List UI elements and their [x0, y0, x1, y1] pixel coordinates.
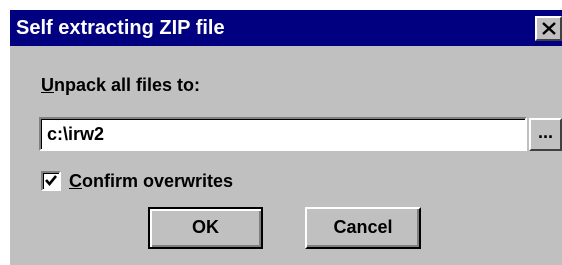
confirm-label-text: onfirm overwrites	[82, 171, 234, 191]
ok-button[interactable]: OK	[148, 207, 263, 249]
unpack-label-mnemonic: U	[41, 75, 54, 95]
checkmark-icon	[45, 175, 58, 187]
title-bar[interactable]: Self extracting ZIP file	[10, 10, 562, 46]
cancel-button[interactable]: Cancel	[305, 207, 421, 249]
browse-button[interactable]: ...	[529, 118, 562, 151]
confirm-overwrites-label[interactable]: Confirm overwrites	[69, 170, 233, 192]
unpack-label: Unpack all files to:	[41, 74, 200, 96]
unpack-path-input[interactable]	[39, 117, 527, 151]
window-title: Self extracting ZIP file	[16, 17, 225, 39]
close-icon	[541, 22, 556, 35]
dialog-window: Self extracting ZIP file Unpack all file…	[10, 10, 562, 265]
confirm-overwrites-checkbox[interactable]	[41, 171, 61, 191]
close-button[interactable]	[535, 16, 562, 41]
confirm-label-mnemonic: C	[69, 171, 82, 191]
unpack-label-text: npack all files to:	[54, 75, 201, 95]
